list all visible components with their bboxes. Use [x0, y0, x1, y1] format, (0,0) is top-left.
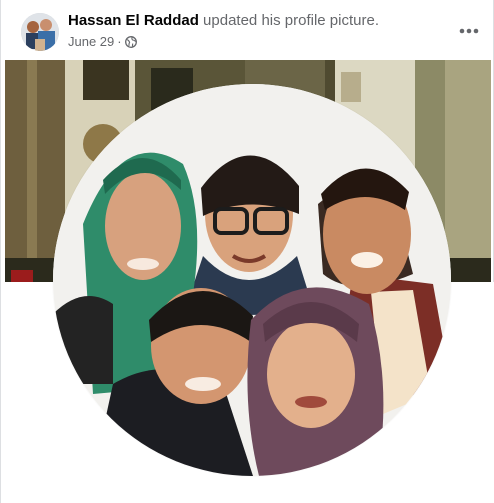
profile-picture[interactable] — [53, 84, 451, 476]
globe-icon[interactable] — [124, 35, 137, 48]
post-author-line: Hassan El Raddad updated his profile pic… — [68, 12, 379, 29]
more-options-button[interactable] — [453, 15, 485, 47]
profile-picture-image — [53, 84, 451, 476]
post-meta: June 29 · — [68, 34, 137, 49]
author-name[interactable]: Hassan El Raddad — [68, 12, 199, 29]
post-action-text: updated his profile picture. — [198, 12, 380, 29]
post-header: Hassan El Raddad updated his profile pic… — [1, 0, 494, 60]
author-avatar[interactable] — [21, 13, 59, 51]
more-options-icon — [459, 28, 479, 34]
meta-separator: · — [117, 34, 122, 49]
post-date[interactable]: June 29 — [68, 34, 114, 49]
post-card: Hassan El Raddad updated his profile pic… — [0, 0, 494, 503]
avatar-image — [21, 13, 59, 51]
